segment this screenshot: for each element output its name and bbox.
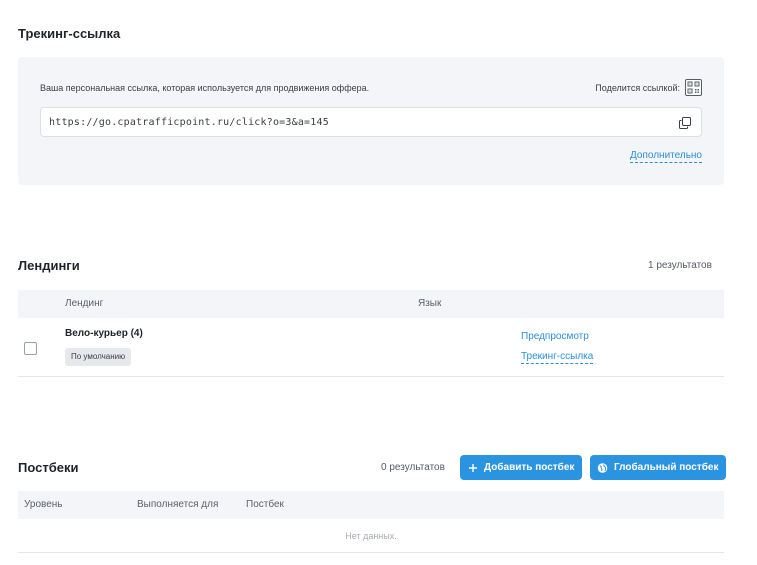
add-postback-button[interactable]: Добавить постбек — [460, 455, 583, 480]
column-language: Язык — [418, 298, 442, 309]
default-badge: По умолчанию — [65, 348, 132, 366]
tracking-description: Ваша персональная ссылка, которая исполь… — [40, 83, 370, 93]
share-label: Поделится ссылкой: — [595, 82, 680, 93]
tracking-title: Трекинг-ссылка — [18, 26, 121, 41]
tracking-url-field[interactable]: https://go.cpatrafficpoint.ru/click?o=3&… — [40, 107, 702, 137]
empty-state: Нет данных. — [18, 519, 724, 553]
postbacks-title: Постбеки — [18, 460, 79, 475]
more-options-link[interactable]: Дополнительно — [630, 150, 702, 163]
landings-results-count: 1 результатов — [648, 260, 712, 271]
global-postback-label: Глобальный постбек — [614, 462, 719, 473]
tracking-panel: Ваша персональная ссылка, которая исполь… — [18, 57, 724, 185]
row-tracking-link[interactable]: Трекинг-ссылка — [521, 351, 594, 364]
postbacks-results-count: 0 результатов — [381, 462, 445, 473]
column-landing: Лендинг — [65, 298, 104, 309]
qr-code-icon[interactable] — [685, 79, 702, 96]
plus-icon — [467, 462, 478, 473]
copy-icon[interactable] — [679, 116, 691, 129]
column-runs-for: Выполняется для — [137, 499, 219, 510]
preview-link[interactable]: Предпросмотр — [521, 331, 589, 342]
landing-name: Вело-курьер (4) — [65, 328, 143, 339]
share-group: Поделится ссылкой: — [595, 79, 702, 96]
postbacks-table-header: Уровень Выполняется для Постбек — [18, 491, 724, 519]
landings-table-header: Лендинг Язык — [18, 290, 724, 318]
column-level: Уровень — [24, 499, 63, 510]
landings-title: Лендинги — [18, 258, 80, 273]
table-row: Вело-курьер (4) По умолчанию Предпросмот… — [18, 318, 724, 377]
row-checkbox[interactable] — [24, 342, 37, 355]
global-postback-button[interactable]: Глобальный постбек — [590, 455, 727, 480]
add-postback-label: Добавить постбек — [484, 462, 575, 473]
globe-icon — [597, 462, 608, 473]
column-postback: Постбек — [246, 499, 284, 510]
tracking-url[interactable]: https://go.cpatrafficpoint.ru/click?o=3&… — [49, 117, 329, 128]
